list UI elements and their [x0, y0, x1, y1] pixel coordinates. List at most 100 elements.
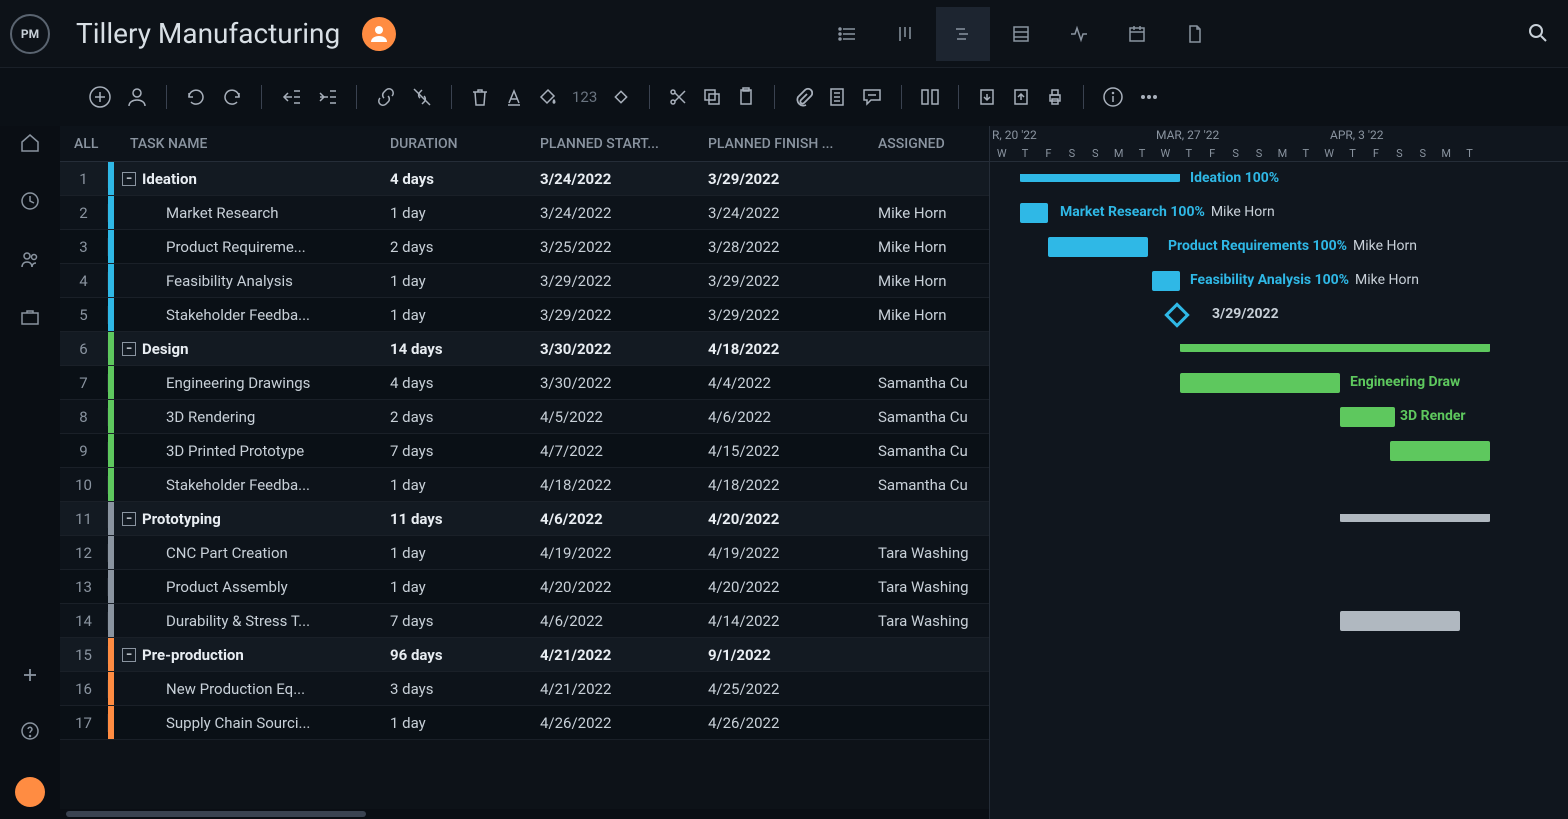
- task-name-cell[interactable]: Market Research: [114, 204, 380, 222]
- duration-cell[interactable]: 2 days: [380, 408, 530, 426]
- project-avatar[interactable]: [362, 17, 396, 51]
- table-row[interactable]: 16 New Production Eq... 3 days 4/21/2022…: [60, 672, 989, 706]
- task-name-cell[interactable]: − Prototyping: [114, 510, 380, 528]
- team-icon[interactable]: [19, 248, 41, 274]
- assigned-cell[interactable]: Mike Horn: [868, 204, 988, 222]
- print-icon[interactable]: [1045, 87, 1065, 107]
- collapse-icon[interactable]: −: [122, 172, 136, 186]
- help-icon[interactable]: [20, 721, 40, 745]
- table-row[interactable]: 14 Durability & Stress T... 7 days 4/6/2…: [60, 604, 989, 638]
- start-cell[interactable]: 4/18/2022: [530, 476, 698, 494]
- assigned-cell[interactable]: Mike Horn: [868, 238, 988, 256]
- copy-icon[interactable]: [702, 87, 722, 107]
- gantt-bar[interactable]: [1180, 344, 1490, 352]
- task-name-cell[interactable]: − Design: [114, 340, 380, 358]
- start-cell[interactable]: 4/19/2022: [530, 544, 698, 562]
- finish-cell[interactable]: 3/29/2022: [698, 272, 868, 290]
- table-row[interactable]: 4 Feasibility Analysis 1 day 3/29/2022 3…: [60, 264, 989, 298]
- start-cell[interactable]: 4/26/2022: [530, 714, 698, 732]
- duration-cell[interactable]: 7 days: [380, 612, 530, 630]
- search-icon[interactable]: [1526, 21, 1548, 47]
- duration-cell[interactable]: 2 days: [380, 238, 530, 256]
- view-file-icon[interactable]: [1168, 7, 1222, 61]
- table-row[interactable]: 11 − Prototyping 11 days 4/6/2022 4/20/2…: [60, 502, 989, 536]
- add-icon[interactable]: [88, 85, 112, 109]
- table-row[interactable]: 8 3D Rendering 2 days 4/5/2022 4/6/2022 …: [60, 400, 989, 434]
- assigned-cell[interactable]: Tara Washing: [868, 578, 988, 596]
- import-icon[interactable]: [977, 87, 997, 107]
- gantt-bar[interactable]: [1020, 174, 1180, 182]
- diamond-icon[interactable]: [611, 87, 631, 107]
- finish-cell[interactable]: 4/19/2022: [698, 544, 868, 562]
- gantt-bar[interactable]: [1180, 373, 1340, 393]
- duration-cell[interactable]: 1 day: [380, 544, 530, 562]
- duration-cell[interactable]: 96 days: [380, 646, 530, 664]
- table-row[interactable]: 10 Stakeholder Feedba... 1 day 4/18/2022…: [60, 468, 989, 502]
- toolbar-number[interactable]: 123: [572, 88, 597, 106]
- view-activity-icon[interactable]: [1052, 7, 1106, 61]
- milestone-icon[interactable]: [1164, 302, 1189, 327]
- unlink-icon[interactable]: [411, 86, 433, 108]
- finish-cell[interactable]: 4/25/2022: [698, 680, 868, 698]
- duration-cell[interactable]: 1 day: [380, 476, 530, 494]
- start-cell[interactable]: 3/24/2022: [530, 170, 698, 188]
- finish-cell[interactable]: 3/28/2022: [698, 238, 868, 256]
- comment-icon[interactable]: [861, 86, 883, 108]
- finish-cell[interactable]: 4/15/2022: [698, 442, 868, 460]
- duration-cell[interactable]: 14 days: [380, 340, 530, 358]
- duration-cell[interactable]: 11 days: [380, 510, 530, 528]
- view-gantt-icon[interactable]: [936, 7, 990, 61]
- start-cell[interactable]: 3/30/2022: [530, 340, 698, 358]
- fill-icon[interactable]: [538, 87, 558, 107]
- view-sheet-icon[interactable]: [994, 7, 1048, 61]
- finish-cell[interactable]: 4/26/2022: [698, 714, 868, 732]
- text-icon[interactable]: [504, 87, 524, 107]
- start-cell[interactable]: 4/5/2022: [530, 408, 698, 426]
- duration-cell[interactable]: 3 days: [380, 680, 530, 698]
- finish-cell[interactable]: 3/24/2022: [698, 204, 868, 222]
- gantt-bar[interactable]: [1340, 407, 1395, 427]
- finish-cell[interactable]: 4/18/2022: [698, 476, 868, 494]
- finish-cell[interactable]: 4/6/2022: [698, 408, 868, 426]
- finish-cell[interactable]: 4/20/2022: [698, 510, 868, 528]
- start-cell[interactable]: 3/30/2022: [530, 374, 698, 392]
- task-name-cell[interactable]: 3D Printed Prototype: [114, 442, 380, 460]
- table-row[interactable]: 9 3D Printed Prototype 7 days 4/7/2022 4…: [60, 434, 989, 468]
- task-name-cell[interactable]: Feasibility Analysis: [114, 272, 380, 290]
- task-name-cell[interactable]: Engineering Drawings: [114, 374, 380, 392]
- table-row[interactable]: 13 Product Assembly 1 day 4/20/2022 4/20…: [60, 570, 989, 604]
- notes-icon[interactable]: [827, 87, 847, 107]
- assigned-cell[interactable]: Samantha Cu: [868, 476, 988, 494]
- task-name-cell[interactable]: Product Assembly: [114, 578, 380, 596]
- col-start[interactable]: PLANNED START...: [530, 136, 698, 152]
- task-name-cell[interactable]: Supply Chain Sourci...: [114, 714, 380, 732]
- start-cell[interactable]: 4/6/2022: [530, 510, 698, 528]
- duration-cell[interactable]: 1 day: [380, 306, 530, 324]
- plus-icon[interactable]: [20, 665, 40, 689]
- gantt-bar[interactable]: [1340, 514, 1490, 522]
- outdent-icon[interactable]: [280, 86, 302, 108]
- task-name-cell[interactable]: Stakeholder Feedba...: [114, 476, 380, 494]
- table-row[interactable]: 1 − Ideation 4 days 3/24/2022 3/29/2022: [60, 162, 989, 196]
- table-row[interactable]: 15 − Pre-production 96 days 4/21/2022 9/…: [60, 638, 989, 672]
- duration-cell[interactable]: 4 days: [380, 374, 530, 392]
- home-icon[interactable]: [19, 132, 41, 158]
- table-row[interactable]: 5 Stakeholder Feedba... 1 day 3/29/2022 …: [60, 298, 989, 332]
- assigned-cell[interactable]: Mike Horn: [868, 306, 988, 324]
- finish-cell[interactable]: 4/14/2022: [698, 612, 868, 630]
- finish-cell[interactable]: 3/29/2022: [698, 170, 868, 188]
- finish-cell[interactable]: 4/18/2022: [698, 340, 868, 358]
- app-logo[interactable]: PM: [10, 14, 50, 54]
- col-task-name[interactable]: TASK NAME: [120, 136, 380, 152]
- table-row[interactable]: 3 Product Requireme... 2 days 3/25/2022 …: [60, 230, 989, 264]
- gantt-bar[interactable]: [1340, 611, 1460, 631]
- duration-cell[interactable]: 7 days: [380, 442, 530, 460]
- delete-icon[interactable]: [470, 87, 490, 107]
- redo-icon[interactable]: [221, 86, 243, 108]
- briefcase-icon[interactable]: [19, 306, 41, 332]
- gantt-bar[interactable]: [1152, 271, 1180, 291]
- task-name-cell[interactable]: 3D Rendering: [114, 408, 380, 426]
- col-duration[interactable]: DURATION: [380, 136, 530, 152]
- user-avatar[interactable]: [15, 777, 45, 807]
- duration-cell[interactable]: 1 day: [380, 714, 530, 732]
